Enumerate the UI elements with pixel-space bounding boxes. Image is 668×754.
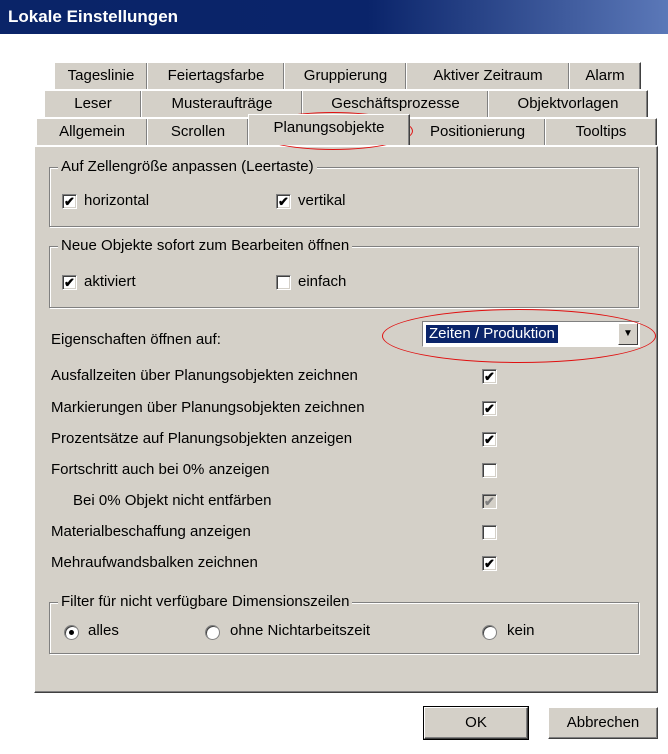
cancel-button[interactable]: Abbrechen xyxy=(548,707,658,739)
option-label: Fortschritt auch bei 0% anzeigen xyxy=(51,461,270,478)
radio-alles-label: alles xyxy=(88,622,119,639)
aktiviert-checkbox[interactable]: ✔ xyxy=(62,275,77,290)
ok-button[interactable]: OK xyxy=(423,706,529,740)
horizontal-label: horizontal xyxy=(84,192,150,209)
chevron-down-icon[interactable]: ▼ xyxy=(618,323,638,345)
option-checkbox[interactable]: ✔ xyxy=(482,401,497,416)
window-title: Lokale Einstellungen xyxy=(8,7,179,26)
properties-label: Eigenschaften öffnen auf: xyxy=(51,331,221,348)
tab-alarm[interactable]: Alarm xyxy=(569,62,641,89)
tab-feiertagsfarbe[interactable]: Feiertagsfarbe xyxy=(147,62,285,89)
option-label: Ausfallzeiten über Planungsobjekten zeic… xyxy=(51,367,358,384)
tab-musterauftraege[interactable]: Musteraufträge xyxy=(141,90,303,117)
aktiviert-label: aktiviert xyxy=(84,273,136,290)
tab-leser[interactable]: Leser xyxy=(44,90,142,117)
tab-tageslinie[interactable]: Tageslinie xyxy=(54,62,148,89)
option-checkbox[interactable]: ✔ xyxy=(482,556,497,571)
option-label: Markierungen über Planungsobjekten zeich… xyxy=(51,399,365,416)
option-label: Materialbeschaffung anzeigen xyxy=(51,523,251,540)
tab-scrollen[interactable]: Scrollen xyxy=(147,118,249,145)
tab-gruppierung[interactable]: Gruppierung xyxy=(284,62,407,89)
vertikal-checkbox[interactable]: ✔ xyxy=(276,194,291,209)
tab-aktiver-zeitraum[interactable]: Aktiver Zeitraum xyxy=(406,62,570,89)
option-checkbox[interactable] xyxy=(482,525,497,540)
tab-allgemein[interactable]: Allgemein xyxy=(36,118,148,145)
properties-select[interactable]: Zeiten / Produktion ▼ xyxy=(422,321,640,347)
tab-tooltips[interactable]: Tooltips xyxy=(545,118,657,145)
option-checkbox-disabled: ✔ xyxy=(482,494,497,509)
option-checkbox[interactable] xyxy=(482,463,497,478)
properties-select-value: Zeiten / Produktion xyxy=(426,325,558,343)
option-label: Prozentsätze auf Planungsobjekten anzeig… xyxy=(51,430,353,447)
group-new-objects: Neue Objekte sofort zum Bearbeiten öffne… xyxy=(49,237,639,308)
tab-objektvorlagen[interactable]: Objektvorlagen xyxy=(488,90,648,117)
group-cell-size-legend: Auf Zellengröße anpassen (Leertaste) xyxy=(58,158,317,175)
group-cell-size: Auf Zellengröße anpassen (Leertaste) ✔ h… xyxy=(49,158,639,227)
group-filter: Filter für nicht verfügbare Dimensionsze… xyxy=(49,593,639,654)
einfach-checkbox[interactable] xyxy=(276,275,291,290)
einfach-label: einfach xyxy=(298,273,347,290)
radio-alles[interactable] xyxy=(64,625,79,640)
radio-kein[interactable] xyxy=(482,625,497,640)
radio-ohne-label: ohne Nichtarbeitszeit xyxy=(230,622,371,639)
tab-panel-planungsobjekte: Auf Zellengröße anpassen (Leertaste) ✔ h… xyxy=(34,146,658,693)
title-bar: Lokale Einstellungen xyxy=(0,0,668,34)
radio-ohne-nichtarbeitszeit[interactable] xyxy=(205,625,220,640)
horizontal-checkbox[interactable]: ✔ xyxy=(62,194,77,209)
radio-selected-dot xyxy=(69,630,74,635)
tab-geschaeftsprozesse[interactable]: Geschäftsprozesse xyxy=(302,90,489,117)
radio-kein-label: kein xyxy=(507,622,535,639)
option-checkbox[interactable]: ✔ xyxy=(482,369,497,384)
vertikal-label: vertikal xyxy=(298,192,346,209)
group-new-objects-legend: Neue Objekte sofort zum Bearbeiten öffne… xyxy=(58,237,353,254)
tab-positionierung[interactable]: Positionierung xyxy=(409,118,546,145)
group-filter-legend: Filter für nicht verfügbare Dimensionsze… xyxy=(58,593,353,610)
option-label: Mehraufwandsbalken zeichnen xyxy=(51,554,258,571)
tab-planungsobjekte[interactable]: Planungsobjekte xyxy=(248,114,410,145)
option-checkbox[interactable]: ✔ xyxy=(482,432,497,447)
option-label: Bei 0% Objekt nicht entfärben xyxy=(73,492,272,509)
